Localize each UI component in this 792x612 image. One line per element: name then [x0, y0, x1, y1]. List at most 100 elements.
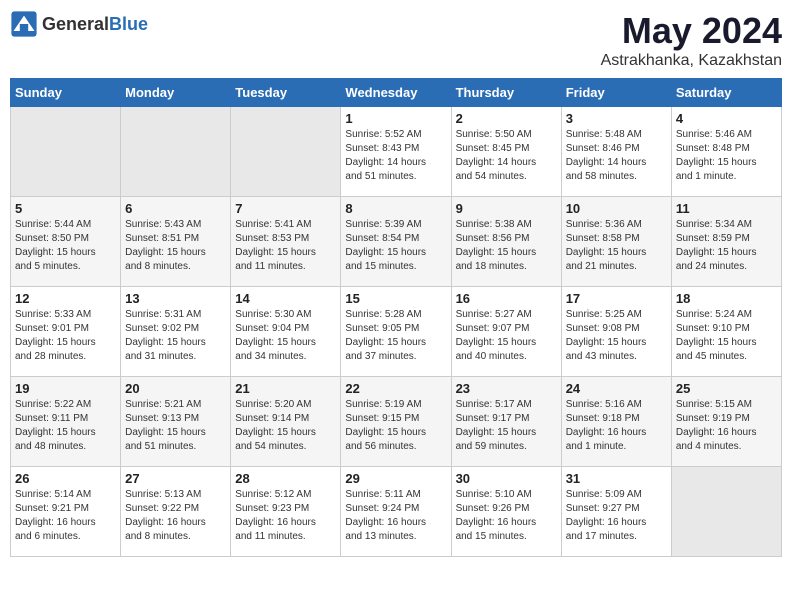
day-info: Sunrise: 5:33 AM Sunset: 9:01 PM Dayligh… [15, 308, 116, 364]
calendar-cell: 14 Sunrise: 5:30 AM Sunset: 9:04 PM Dayli… [231, 287, 341, 377]
day-info: Sunrise: 5:39 AM Sunset: 8:54 PM Dayligh… [345, 218, 446, 274]
calendar-cell: 26 Sunrise: 5:14 AM Sunset: 9:21 PM Dayli… [11, 467, 121, 557]
calendar-cell: 31 Sunrise: 5:09 AM Sunset: 9:27 PM Dayli… [561, 467, 671, 557]
day-number: 19 [15, 381, 116, 396]
day-number: 16 [456, 291, 557, 306]
day-number: 18 [676, 291, 777, 306]
calendar-cell: 23 Sunrise: 5:17 AM Sunset: 9:17 PM Dayli… [451, 377, 561, 467]
day-number: 7 [235, 201, 336, 216]
calendar-cell [231, 107, 341, 197]
day-info: Sunrise: 5:19 AM Sunset: 9:15 PM Dayligh… [345, 398, 446, 454]
day-number: 30 [456, 471, 557, 486]
day-number: 3 [566, 111, 667, 126]
weekday-header-saturday: Saturday [671, 79, 781, 107]
day-number: 26 [15, 471, 116, 486]
day-number: 24 [566, 381, 667, 396]
calendar-cell: 11 Sunrise: 5:34 AM Sunset: 8:59 PM Dayli… [671, 197, 781, 287]
calendar-cell: 17Sunrise: 5:25 AM Sunset: 9:08 PM Dayli… [561, 287, 671, 377]
calendar-cell: 16 Sunrise: 5:27 AM Sunset: 9:07 PM Dayli… [451, 287, 561, 377]
logo-general: General [42, 14, 109, 34]
calendar-cell: 1 Sunrise: 5:52 AM Sunset: 8:43 PM Daylig… [341, 107, 451, 197]
day-info: Sunrise: 5:17 AM Sunset: 9:17 PM Dayligh… [456, 398, 557, 454]
calendar-cell: 19Sunrise: 5:22 AM Sunset: 9:11 PM Dayli… [11, 377, 121, 467]
day-number: 29 [345, 471, 446, 486]
day-number: 31 [566, 471, 667, 486]
calendar-cell: 24Sunrise: 5:16 AM Sunset: 9:18 PM Dayli… [561, 377, 671, 467]
day-info: Sunrise: 5:24 AM Sunset: 9:10 PM Dayligh… [676, 308, 777, 364]
day-number: 8 [345, 201, 446, 216]
day-info: Sunrise: 5:15 AM Sunset: 9:19 PM Dayligh… [676, 398, 777, 454]
weekday-header-friday: Friday [561, 79, 671, 107]
day-info: Sunrise: 5:11 AM Sunset: 9:24 PM Dayligh… [345, 488, 446, 544]
subtitle: Astrakhanka, Kazakhstan [601, 52, 782, 70]
logo-text: GeneralBlue [42, 14, 148, 35]
weekday-header-monday: Monday [121, 79, 231, 107]
calendar-week-2: 5Sunrise: 5:44 AM Sunset: 8:50 PM Daylig… [11, 197, 782, 287]
logo-icon [10, 10, 38, 38]
day-info: Sunrise: 5:52 AM Sunset: 8:43 PM Dayligh… [345, 128, 446, 184]
day-info: Sunrise: 5:21 AM Sunset: 9:13 PM Dayligh… [125, 398, 226, 454]
day-info: Sunrise: 5:34 AM Sunset: 8:59 PM Dayligh… [676, 218, 777, 274]
calendar-cell: 10 Sunrise: 5:36 AM Sunset: 8:58 PM Dayli… [561, 197, 671, 287]
day-info: Sunrise: 5:31 AM Sunset: 9:02 PM Dayligh… [125, 308, 226, 364]
day-number: 15 [345, 291, 446, 306]
day-info: Sunrise: 5:13 AM Sunset: 9:22 PM Dayligh… [125, 488, 226, 544]
calendar-cell: 29 Sunrise: 5:11 AM Sunset: 9:24 PM Dayli… [341, 467, 451, 557]
weekday-header-wednesday: Wednesday [341, 79, 451, 107]
day-number: 10 [566, 201, 667, 216]
calendar-cell: 20 Sunrise: 5:21 AM Sunset: 9:13 PM Dayli… [121, 377, 231, 467]
day-number: 11 [676, 201, 777, 216]
calendar-cell [121, 107, 231, 197]
calendar-cell: 25Sunrise: 5:15 AM Sunset: 9:19 PM Dayli… [671, 377, 781, 467]
day-number: 4 [676, 111, 777, 126]
day-info: Sunrise: 5:30 AM Sunset: 9:04 PM Dayligh… [235, 308, 336, 364]
header: GeneralBlue May 2024 Astrakhanka, Kazakh… [10, 10, 782, 70]
day-info: Sunrise: 5:14 AM Sunset: 9:21 PM Dayligh… [15, 488, 116, 544]
day-number: 5 [15, 201, 116, 216]
day-info: Sunrise: 5:20 AM Sunset: 9:14 PM Dayligh… [235, 398, 336, 454]
calendar-cell: 4 Sunrise: 5:46 AM Sunset: 8:48 PM Daylig… [671, 107, 781, 197]
day-number: 27 [125, 471, 226, 486]
day-info: Sunrise: 5:41 AM Sunset: 8:53 PM Dayligh… [235, 218, 336, 274]
day-number: 13 [125, 291, 226, 306]
day-number: 21 [235, 381, 336, 396]
day-number: 14 [235, 291, 336, 306]
calendar-cell: 8 Sunrise: 5:39 AM Sunset: 8:54 PM Daylig… [341, 197, 451, 287]
calendar-week-3: 12 Sunrise: 5:33 AM Sunset: 9:01 PM Dayli… [11, 287, 782, 377]
calendar-cell: 21 Sunrise: 5:20 AM Sunset: 9:14 PM Dayli… [231, 377, 341, 467]
day-info: Sunrise: 5:46 AM Sunset: 8:48 PM Dayligh… [676, 128, 777, 184]
weekday-header-tuesday: Tuesday [231, 79, 341, 107]
calendar-table: SundayMondayTuesdayWednesdayThursdayFrid… [10, 78, 782, 557]
calendar-cell: 30Sunrise: 5:10 AM Sunset: 9:26 PM Dayli… [451, 467, 561, 557]
calendar-cell: 9Sunrise: 5:38 AM Sunset: 8:56 PM Daylig… [451, 197, 561, 287]
calendar-cell [11, 107, 121, 197]
day-number: 2 [456, 111, 557, 126]
calendar-cell: 27 Sunrise: 5:13 AM Sunset: 9:22 PM Dayli… [121, 467, 231, 557]
calendar-cell: 22Sunrise: 5:19 AM Sunset: 9:15 PM Dayli… [341, 377, 451, 467]
calendar-cell: 2 Sunrise: 5:50 AM Sunset: 8:45 PM Daylig… [451, 107, 561, 197]
day-info: Sunrise: 5:48 AM Sunset: 8:46 PM Dayligh… [566, 128, 667, 184]
weekday-header-sunday: Sunday [11, 79, 121, 107]
day-info: Sunrise: 5:50 AM Sunset: 8:45 PM Dayligh… [456, 128, 557, 184]
day-info: Sunrise: 5:28 AM Sunset: 9:05 PM Dayligh… [345, 308, 446, 364]
logo: GeneralBlue [10, 10, 148, 38]
title-area: May 2024 Astrakhanka, Kazakhstan [601, 10, 782, 70]
day-number: 12 [15, 291, 116, 306]
calendar-week-5: 26 Sunrise: 5:14 AM Sunset: 9:21 PM Dayli… [11, 467, 782, 557]
day-info: Sunrise: 5:09 AM Sunset: 9:27 PM Dayligh… [566, 488, 667, 544]
day-number: 6 [125, 201, 226, 216]
calendar-week-4: 19Sunrise: 5:22 AM Sunset: 9:11 PM Dayli… [11, 377, 782, 467]
day-number: 17 [566, 291, 667, 306]
calendar-cell: 7 Sunrise: 5:41 AM Sunset: 8:53 PM Daylig… [231, 197, 341, 287]
weekday-header-thursday: Thursday [451, 79, 561, 107]
day-number: 23 [456, 381, 557, 396]
day-info: Sunrise: 5:36 AM Sunset: 8:58 PM Dayligh… [566, 218, 667, 274]
calendar-cell: 6 Sunrise: 5:43 AM Sunset: 8:51 PM Daylig… [121, 197, 231, 287]
calendar-cell [671, 467, 781, 557]
day-number: 20 [125, 381, 226, 396]
calendar-cell: 13 Sunrise: 5:31 AM Sunset: 9:02 PM Dayli… [121, 287, 231, 377]
day-info: Sunrise: 5:38 AM Sunset: 8:56 PM Dayligh… [456, 218, 557, 274]
day-number: 1 [345, 111, 446, 126]
day-info: Sunrise: 5:27 AM Sunset: 9:07 PM Dayligh… [456, 308, 557, 364]
day-info: Sunrise: 5:43 AM Sunset: 8:51 PM Dayligh… [125, 218, 226, 274]
